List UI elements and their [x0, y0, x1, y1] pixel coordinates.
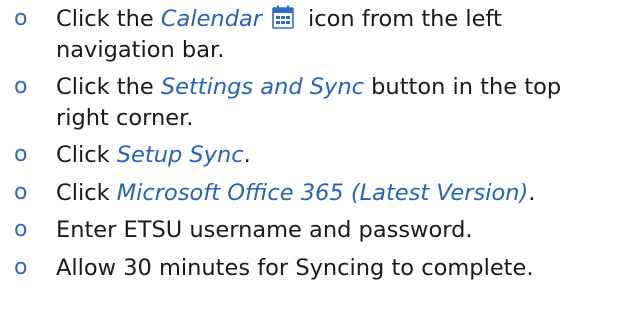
step-text: . — [243, 142, 251, 168]
bullet-icon: o — [14, 6, 28, 31]
step-office-365: o Click Microsoft Office 365 (Latest Ver… — [0, 178, 637, 209]
step-open-calendar: o Click the Calendar icon from the left … — [0, 4, 637, 65]
step-text: Allow 30 minutes for Syncing to complete… — [56, 254, 534, 281]
calendar-link-text: Calendar — [160, 6, 263, 32]
step-text: right corner. — [56, 104, 194, 131]
step-text: Click — [56, 142, 117, 168]
step-settings-and-sync: o Click the Settings and Sync button in … — [0, 72, 637, 133]
step-text: Click — [56, 179, 117, 206]
step-allow-sync-time: o Allow 30 minutes for Syncing to comple… — [0, 253, 637, 284]
step-text: button in the top — [364, 74, 562, 100]
calendar-icon — [272, 5, 294, 29]
instruction-document: o Click the Calendar icon from the left … — [0, 0, 637, 312]
step-text: Click the — [56, 74, 161, 100]
step-text: navigation bar. — [56, 36, 225, 63]
step-text: icon from the left — [308, 6, 502, 32]
instruction-list: o Click the Calendar icon from the left … — [0, 4, 637, 290]
step-text: Enter ETSU username and password. — [56, 217, 473, 243]
settings-and-sync-text: Settings and Sync — [160, 74, 364, 100]
setup-sync-text: Setup Sync — [116, 142, 244, 168]
step-setup-sync: o Click Setup Sync. — [0, 140, 637, 171]
bullet-icon: o — [14, 217, 28, 242]
step-text: . — [528, 179, 536, 206]
bullet-icon: o — [14, 179, 28, 205]
bullet-icon: o — [14, 74, 28, 99]
bullet-icon: o — [14, 142, 28, 167]
office-365-text: Microsoft Office 365 (Latest Version) — [116, 179, 529, 206]
step-enter-credentials: o Enter ETSU username and password. — [0, 215, 637, 246]
step-text: Click the — [56, 6, 161, 32]
bullet-icon: o — [14, 254, 28, 280]
